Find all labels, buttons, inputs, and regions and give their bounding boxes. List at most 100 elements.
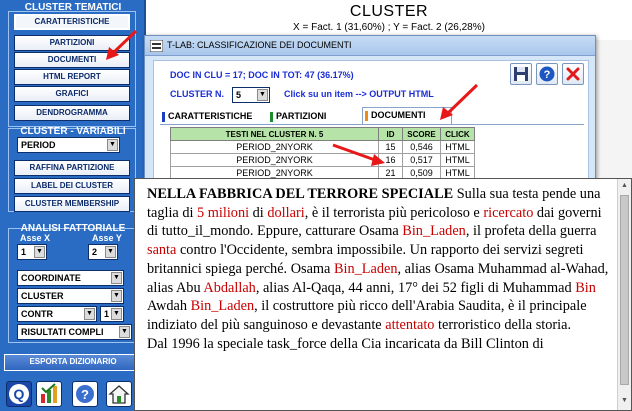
help-button[interactable]: ? xyxy=(536,63,558,85)
tab-label: PARTIZIONI xyxy=(276,111,327,121)
axis-y-select[interactable]: 2 ▼ xyxy=(88,244,118,260)
scrollbar-thumb[interactable] xyxy=(620,195,629,385)
chart-title: CLUSTER xyxy=(349,3,429,20)
chevron-down-icon: ▼ xyxy=(34,246,45,258)
output-html-hint: Click su un item --> OUTPUT HTML xyxy=(284,89,434,99)
chevron-down-icon: ▼ xyxy=(105,246,116,258)
contr-select[interactable]: CONTR ▼ xyxy=(17,306,97,322)
row-text-cell[interactable]: PERIOD_2NYORK xyxy=(170,153,379,167)
axis-y-value: 2 xyxy=(92,247,98,257)
left-panel: CLUSTER TEMATICI CARATTERISTICHE PARTIZI… xyxy=(0,0,146,411)
coordinate-select[interactable]: COORDINATE ▼ xyxy=(17,270,124,286)
classification-dialog: T-LAB: CLASSIFICAZIONE DEI DOCUMENTI DOC… xyxy=(144,35,596,186)
variable-select-value: PERIOD xyxy=(21,140,56,150)
dialog-title: T-LAB: CLASSIFICAZIONE DEI DOCUMENTI xyxy=(167,40,352,50)
cluster-number-select[interactable]: 5 ▼ xyxy=(232,87,270,103)
svg-text:?: ? xyxy=(81,387,89,402)
cluster-variabili-title: CLUSTER - VARIABILI xyxy=(20,126,126,137)
chart-check-icon[interactable] xyxy=(36,381,62,407)
tab-documenti[interactable]: DOCUMENTI xyxy=(362,107,452,125)
document-preview-panel[interactable]: NELLA FABBRICA DEL TERRORE SPECIALE Sull… xyxy=(134,178,632,411)
tab-label: DOCUMENTI xyxy=(371,110,426,120)
save-icon xyxy=(514,67,528,81)
tab-marker xyxy=(162,112,165,122)
close-icon xyxy=(566,67,580,81)
help-icon: ? xyxy=(539,66,555,82)
grafici-button[interactable]: GRAFICI xyxy=(14,86,130,102)
cluster-documents-table: TESTI NEL CLUSTER N. 5 ID SCORE CLICK PE… xyxy=(170,127,475,180)
home-icon[interactable] xyxy=(106,381,132,407)
axis-x-label: Asse X xyxy=(20,233,51,243)
dialog-titlebar: T-LAB: CLASSIFICAZIONE DEI DOCUMENTI xyxy=(145,36,595,56)
esporta-dizionario-button[interactable]: ESPORTA DIZIONARIO xyxy=(4,354,142,371)
help-icon-glyph: ? xyxy=(76,385,94,403)
tab-marker xyxy=(270,112,273,122)
row-score-cell: 0,517 xyxy=(402,153,441,167)
caratteristiche-button[interactable]: CARATTERISTICHE xyxy=(14,14,130,30)
axis-y-label: Asse Y xyxy=(92,233,122,243)
tab-caratteristiche[interactable]: CARATTERISTICHE xyxy=(160,109,264,125)
save-button[interactable] xyxy=(510,63,532,85)
chevron-down-icon: ▼ xyxy=(257,89,268,101)
contr-num-select[interactable]: 1 ▼ xyxy=(100,306,124,322)
scroll-down-arrow-icon[interactable]: ▼ xyxy=(619,395,630,407)
partizioni-button[interactable]: PARTIZIONI xyxy=(14,35,130,51)
chevron-down-icon: ▼ xyxy=(111,272,122,284)
axis-x-select[interactable]: 1 ▼ xyxy=(17,244,47,260)
contr-select-value: CONTR xyxy=(21,309,53,319)
table-row[interactable]: PERIOD_2NYORK 16 0,517 HTML xyxy=(170,153,475,167)
cluster-membership-button[interactable]: CLUSTER MEMBERSHIP xyxy=(14,196,130,212)
row-text-cell[interactable]: PERIOD_2NYORK xyxy=(170,140,379,154)
query-icon-glyph: Q xyxy=(9,384,29,404)
axis-x-value: 1 xyxy=(21,247,27,257)
chevron-down-icon: ▼ xyxy=(119,326,130,338)
chart-check-glyph xyxy=(41,383,57,403)
query-icon[interactable]: Q xyxy=(6,381,32,407)
contr-num-value: 1 xyxy=(104,309,110,319)
cluster-select[interactable]: CLUSTER ▼ xyxy=(17,288,124,304)
chart-subtitle: X = Fact. 1 (31,60%) ; Y = Fact. 2 (26,2… xyxy=(293,22,485,33)
raffina-partizione-button[interactable]: RAFFINA PARTIZIONE xyxy=(14,160,130,176)
chevron-down-icon: ▼ xyxy=(111,290,122,302)
scroll-up-arrow-icon[interactable]: ▲ xyxy=(619,180,630,192)
chart-header: CLUSTER X = Fact. 1 (31,60%) ; Y = Fact.… xyxy=(146,0,632,40)
risultati-select[interactable]: RISULTATI COMPLI ▼ xyxy=(17,324,132,340)
cluster-number-label: CLUSTER N. xyxy=(170,89,224,99)
chevron-down-icon: ▼ xyxy=(84,308,95,320)
documenti-button[interactable]: DOCUMENTI xyxy=(14,52,130,68)
close-button[interactable] xyxy=(562,63,584,85)
table-header-row: TESTI NEL CLUSTER N. 5 ID SCORE CLICK xyxy=(170,127,475,141)
variable-select[interactable]: PERIOD ▼ xyxy=(17,137,120,153)
table-row[interactable]: PERIOD_2NYORK 15 0,546 HTML xyxy=(170,140,475,154)
tlab-app-icon xyxy=(150,40,163,52)
document-paragraph-2: Dal 1996 la speciale task_force della Ci… xyxy=(147,335,544,352)
document-text: NELLA FABBRICA DEL TERRORE SPECIALE Sull… xyxy=(147,186,609,352)
tab-partizioni[interactable]: PARTIZIONI xyxy=(268,109,356,125)
dendrogramma-button[interactable]: DENDROGRAMMA xyxy=(14,105,130,121)
document-title: NELLA FABBRICA DEL TERRORE SPECIALE xyxy=(147,186,454,202)
cluster-number-value: 5 xyxy=(236,90,242,100)
row-id-cell: 15 xyxy=(378,140,403,154)
row-html-link[interactable]: HTML xyxy=(440,140,475,154)
row-score-cell: 0,546 xyxy=(402,140,441,154)
cluster-select-value: CLUSTER xyxy=(21,291,64,301)
help-icon[interactable]: ? xyxy=(72,381,98,407)
tab-divider xyxy=(160,124,584,125)
chevron-down-icon: ▼ xyxy=(111,308,122,320)
row-id-cell: 16 xyxy=(378,153,403,167)
query-icon-letter: Q xyxy=(14,386,25,402)
row-html-link[interactable]: HTML xyxy=(440,153,475,167)
column-header-score: SCORE xyxy=(402,127,441,141)
vertical-scrollbar[interactable]: ▲ ▼ xyxy=(617,179,631,410)
chevron-down-icon: ▼ xyxy=(107,139,118,151)
column-header-click: CLICK xyxy=(440,127,475,141)
dialog-body: DOC IN CLU = 17; DOC IN TOT: 47 (36.17%)… xyxy=(153,60,589,186)
label-dei-cluster-button[interactable]: LABEL DEI CLUSTER xyxy=(14,178,130,194)
svg-text:?: ? xyxy=(544,69,551,81)
risultati-select-value: RISULTATI COMPLI xyxy=(21,327,104,337)
tab-label: CARATTERISTICHE xyxy=(168,111,253,121)
column-header-texts: TESTI NEL CLUSTER N. 5 xyxy=(170,127,379,141)
home-icon-glyph xyxy=(108,385,130,404)
tab-marker xyxy=(365,111,368,121)
html-report-button[interactable]: HTML REPORT xyxy=(14,69,130,85)
